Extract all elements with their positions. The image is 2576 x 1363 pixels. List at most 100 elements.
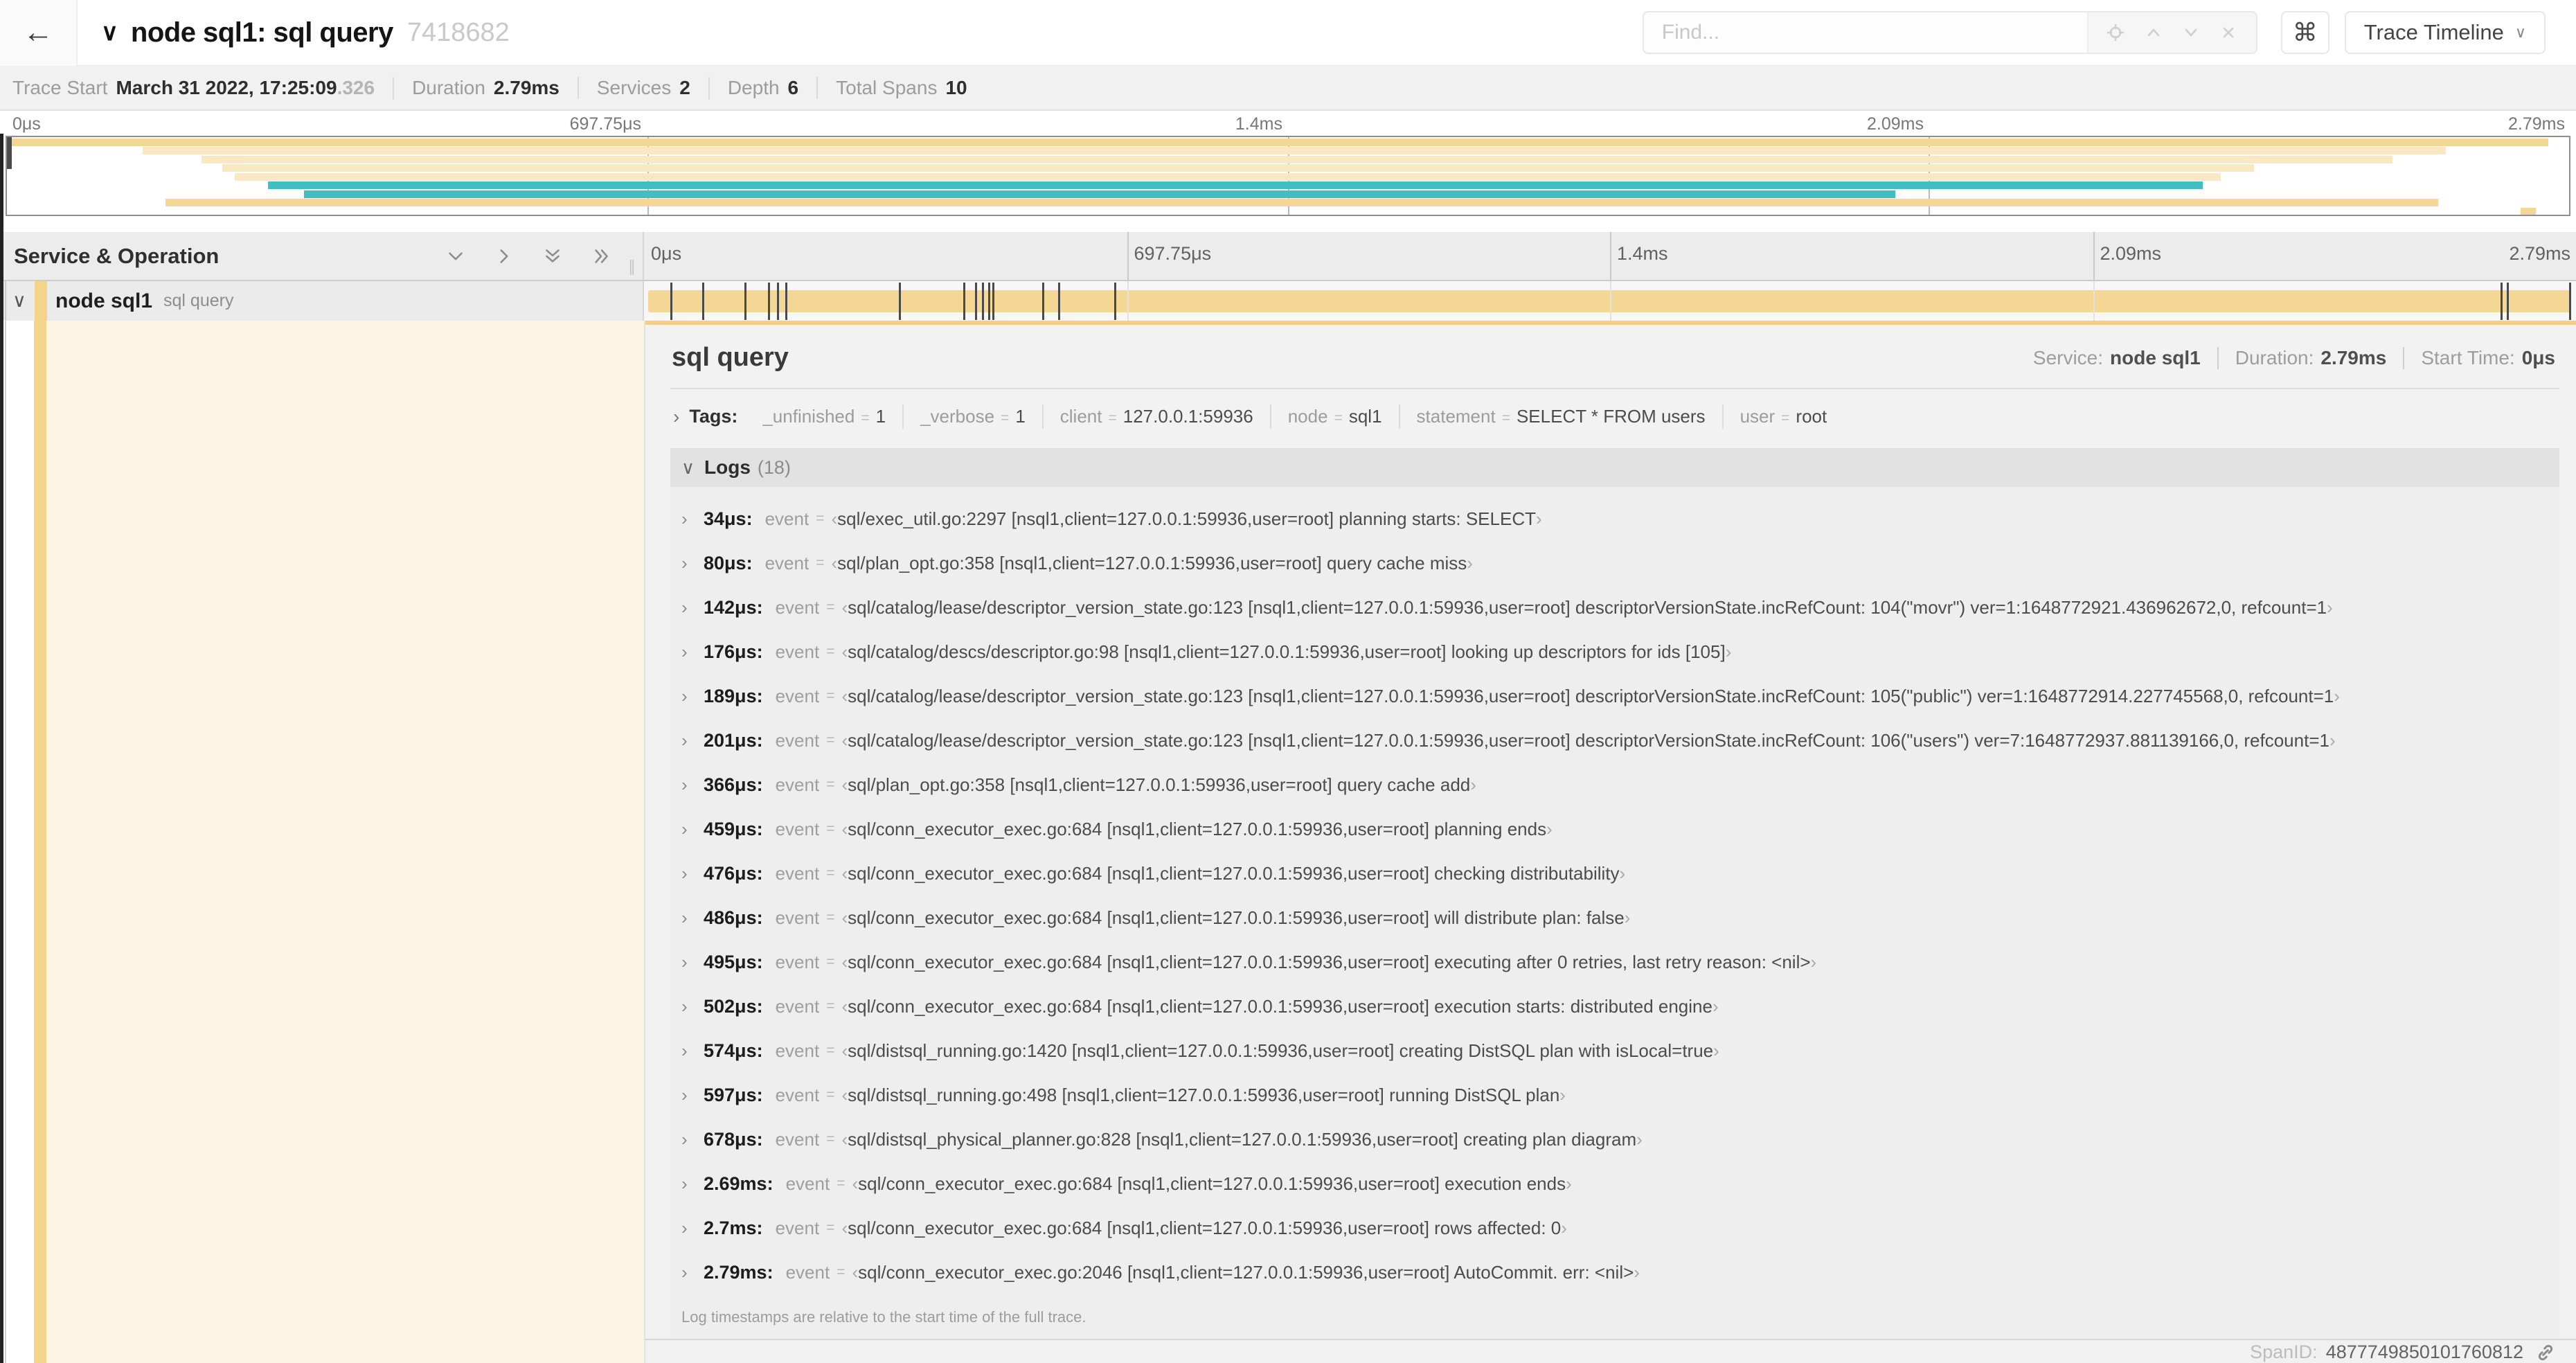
log-marker[interactable] — [701, 282, 704, 320]
tags-expand-icon[interactable]: › — [673, 406, 679, 428]
log-marker[interactable] — [2569, 282, 2571, 320]
log-row[interactable]: › 574μs: event = ‹sql/distsql_running.go:142… — [670, 1028, 2559, 1073]
tag-pill[interactable]: _verbose = 1 — [902, 404, 1042, 429]
log-row[interactable]: › 486μs: event = ‹sql/conn_executor_exec.go:… — [670, 896, 2559, 940]
focus-target-icon[interactable] — [2105, 22, 2126, 43]
prev-match-icon[interactable] — [2143, 22, 2164, 43]
log-row[interactable]: › 142μs: event = ‹sql/catalog/lease/descript… — [670, 585, 2559, 630]
span-duration-bar[interactable] — [648, 282, 2571, 320]
ruler-tick-label: 1.4ms — [1617, 243, 1668, 264]
back-button[interactable]: ← — [0, 0, 78, 66]
log-row[interactable]: › 189μs: event = ‹sql/catalog/lease/descript… — [670, 674, 2559, 718]
log-marker[interactable] — [1058, 282, 1060, 320]
tag-pill[interactable]: user = root — [1721, 404, 1844, 429]
detail-left-fill — [46, 321, 644, 1363]
tag-pill[interactable]: statement = SELECT * FROM users — [1398, 404, 1722, 429]
span-row[interactable]: ∨ node sql1 sql query — [0, 281, 2576, 321]
minimap-span-bar — [304, 190, 1895, 198]
logs-list: › 34μs: event = ‹sql/exec_util.go:2297 [nsql… — [670, 487, 2559, 1295]
minimap-scrubber-handle[interactable] — [7, 137, 12, 169]
column-resizer-handle[interactable]: ∥ — [628, 258, 637, 276]
log-marker[interactable] — [899, 282, 902, 320]
detail-left-column — [0, 321, 644, 1363]
span-color-stripe — [35, 281, 47, 321]
tag-pill[interactable]: _unfinished = 1 — [746, 404, 902, 429]
next-match-icon[interactable] — [2181, 22, 2201, 43]
tags-row[interactable]: › Tags: _unfinished = 1 _verbose = 1 client = 12… — [645, 389, 2576, 440]
expand-one-icon[interactable] — [493, 245, 515, 267]
span-detail-row: sql query Service: node sql1 Duration: 2.79… — [0, 321, 2576, 1363]
log-row[interactable]: › 476μs: event = ‹sql/conn_executor_exec.go:… — [670, 851, 2559, 896]
logs-collapse-icon[interactable]: ∨ — [681, 457, 695, 479]
view-options-button[interactable]: Trace Timeline ∨ — [2344, 11, 2546, 54]
timeline-gridline — [2093, 281, 2095, 321]
collapse-one-icon[interactable] — [445, 245, 467, 267]
keyboard-shortcuts-button[interactable]: ⌘ — [2280, 11, 2329, 54]
ruler-tick-label: 2.79ms — [2509, 243, 2570, 264]
log-marker[interactable] — [768, 282, 771, 320]
log-row[interactable]: › 176μs: event = ‹sql/catalog/descs/descript… — [670, 630, 2559, 674]
log-marker[interactable] — [2507, 282, 2510, 320]
tag-pill[interactable]: client = 127.0.0.1:59936 — [1041, 404, 1270, 429]
log-row[interactable]: › 2.7ms: event = ‹sql/conn_executor_exec.go:… — [670, 1206, 2559, 1250]
log-row[interactable]: › 2.79ms: event = ‹sql/conn_executor_exec.go… — [670, 1250, 2559, 1294]
logs-count: (18) — [757, 456, 791, 478]
collapse-controls — [445, 245, 612, 267]
log-marker[interactable] — [1113, 282, 1116, 320]
minimap-span-bar — [2520, 207, 2536, 215]
log-marker[interactable] — [992, 282, 995, 320]
minimap-span-bar — [268, 181, 2203, 190]
span-id-strip: SpanID: 4877749850101760812 — [645, 1339, 2576, 1363]
trace-title-wrap[interactable]: ∨ node sql1: sql query 7418682 — [101, 17, 510, 48]
logs-section: ∨ Logs (18) › 34μs: event = ‹sql/exec_util.g… — [670, 448, 2559, 1339]
summary-separator — [816, 76, 819, 99]
back-arrow-icon: ← — [23, 15, 53, 49]
span-row-name-column[interactable]: ∨ node sql1 sql query — [0, 281, 644, 321]
collapse-trace-icon[interactable]: ∨ — [101, 19, 118, 46]
minimap-canvas[interactable] — [6, 136, 2570, 216]
log-row[interactable]: › 502μs: event = ‹sql/conn_executor_exec.go:… — [670, 984, 2559, 1028]
log-marker[interactable] — [987, 282, 990, 320]
minimap-span-bar — [222, 164, 2254, 172]
minimap-ruler: 0μs 697.75μs 1.4ms 2.09ms 2.79ms — [6, 111, 2570, 136]
log-marker[interactable] — [1042, 282, 1045, 320]
expand-all-icon[interactable] — [590, 245, 612, 267]
log-row[interactable]: › 366μs: event = ‹sql/plan_opt.go:358 [nsql1… — [670, 763, 2559, 807]
collapse-all-icon[interactable] — [542, 245, 564, 267]
span-row-timeline[interactable] — [644, 281, 2576, 321]
chevron-down-icon: ∨ — [2514, 24, 2526, 41]
service-operation-header: Service & Operation ∥ — [0, 232, 644, 280]
log-row[interactable]: › 201μs: event = ‹sql/catalog/lease/descript… — [670, 718, 2559, 763]
ruler-tick-label: 697.75μs — [569, 114, 641, 134]
tag-pill[interactable]: node = sql1 — [1269, 404, 1399, 429]
deep-link-icon[interactable] — [2534, 1342, 2557, 1363]
summary-separator — [577, 76, 579, 99]
page-title: node sql1: sql query — [130, 17, 393, 48]
log-marker[interactable] — [785, 282, 787, 320]
command-icon: ⌘ — [2292, 18, 2318, 46]
log-row[interactable]: › 80μs: event = ‹sql/plan_opt.go:358 [nsql1,… — [670, 541, 2559, 585]
ruler-gridline — [1610, 232, 1611, 280]
log-marker[interactable] — [777, 282, 780, 320]
span-collapse-icon[interactable]: ∨ — [12, 290, 33, 312]
log-marker[interactable] — [670, 282, 672, 320]
log-marker[interactable] — [981, 282, 984, 320]
log-row[interactable]: › 2.69ms: event = ‹sql/conn_executor_exec.go… — [670, 1161, 2559, 1206]
log-marker[interactable] — [744, 282, 747, 320]
log-marker[interactable] — [974, 282, 977, 320]
log-row[interactable]: › 34μs: event = ‹sql/exec_util.go:2297 [nsql… — [670, 497, 2559, 541]
ruler-gridline — [2093, 232, 2095, 280]
logs-header[interactable]: ∨ Logs (18) — [670, 448, 2559, 488]
log-row[interactable]: › 597μs: event = ‹sql/distsql_running.go:498… — [670, 1073, 2559, 1117]
log-row[interactable]: › 678μs: event = ‹sql/distsql_physical_plann… — [670, 1117, 2559, 1161]
summary-separator — [708, 76, 710, 99]
summary-separator — [393, 76, 395, 99]
log-row[interactable]: › 495μs: event = ‹sql/conn_executor_exec.go:… — [670, 940, 2559, 984]
log-marker[interactable] — [963, 282, 965, 320]
log-row[interactable]: › 459μs: event = ‹sql/conn_executor_exec.go:… — [670, 807, 2559, 851]
ruler-tick-label: 697.75μs — [1134, 243, 1212, 264]
clear-find-icon[interactable] — [2218, 22, 2239, 43]
find-input[interactable] — [1643, 12, 2087, 53]
log-marker[interactable] — [2500, 282, 2503, 320]
ruler-tick-label: 2.79ms — [2508, 114, 2565, 134]
